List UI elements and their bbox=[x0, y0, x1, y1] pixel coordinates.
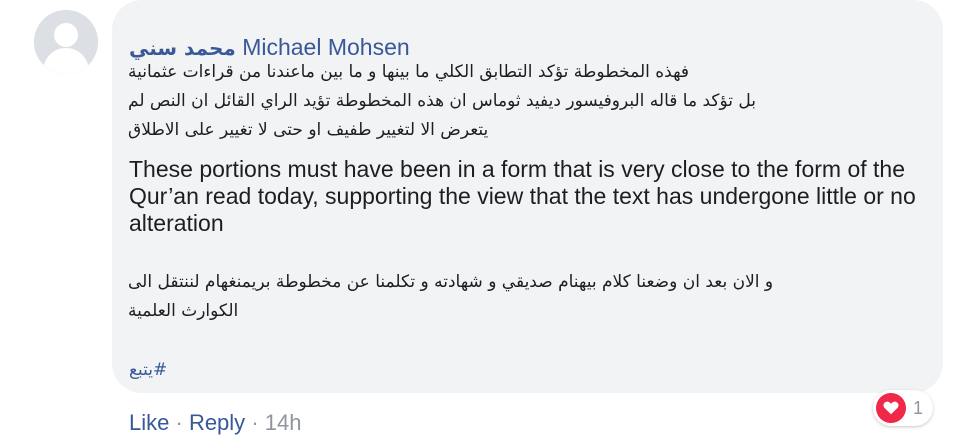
comment-bubble: محمد سني Michael Mohsen فهذه المخطوطة تؤ… bbox=[112, 0, 943, 393]
comment-paragraph-1: فهذه المخطوطة تؤكد التطابق الكلي ما بينه… bbox=[128, 58, 808, 145]
author-name-arabic[interactable]: محمد سني bbox=[129, 36, 236, 60]
comment-text-line: يتعرض الا لتغيير طفيف او حتى لا تغيير عل… bbox=[128, 120, 489, 140]
default-avatar-icon bbox=[34, 10, 98, 74]
avatar[interactable] bbox=[34, 10, 98, 74]
author-name-latin[interactable]: Michael Mohsen bbox=[242, 34, 409, 60]
heart-icon bbox=[876, 393, 906, 423]
comment-english-quote: These portions must have been in a form … bbox=[129, 156, 916, 236]
reaction-summary[interactable]: 1 bbox=[873, 390, 934, 426]
comment-text-line: الكوارث العلمية bbox=[128, 301, 239, 321]
comment-actions: Like · Reply · 14h bbox=[129, 410, 301, 436]
timestamp[interactable]: 14h bbox=[265, 410, 302, 436]
separator-dot: · bbox=[251, 410, 259, 435]
hashtag-link[interactable]: #يتبع bbox=[129, 360, 167, 380]
comment-container: محمد سني Michael Mohsen فهذه المخطوطة تؤ… bbox=[0, 0, 974, 448]
comment-text-line: و الان بعد ان وضعنا كلام بيهنام صديقي و … bbox=[128, 272, 774, 292]
like-button[interactable]: Like bbox=[129, 410, 169, 436]
reaction-count: 1 bbox=[913, 397, 924, 418]
comment-text-line: بل تؤكد ما قاله البروفيسور ديفيد ثوماس ا… bbox=[128, 91, 757, 111]
comment-text-line: فهذه المخطوطة تؤكد التطابق الكلي ما بينه… bbox=[128, 62, 690, 82]
comment-paragraph-2: و الان بعد ان وضعنا كلام بيهنام صديقي و … bbox=[128, 268, 898, 326]
comment-author[interactable]: محمد سني Michael Mohsen bbox=[129, 34, 410, 61]
separator-dot: · bbox=[175, 410, 183, 435]
reply-button[interactable]: Reply bbox=[189, 410, 245, 436]
